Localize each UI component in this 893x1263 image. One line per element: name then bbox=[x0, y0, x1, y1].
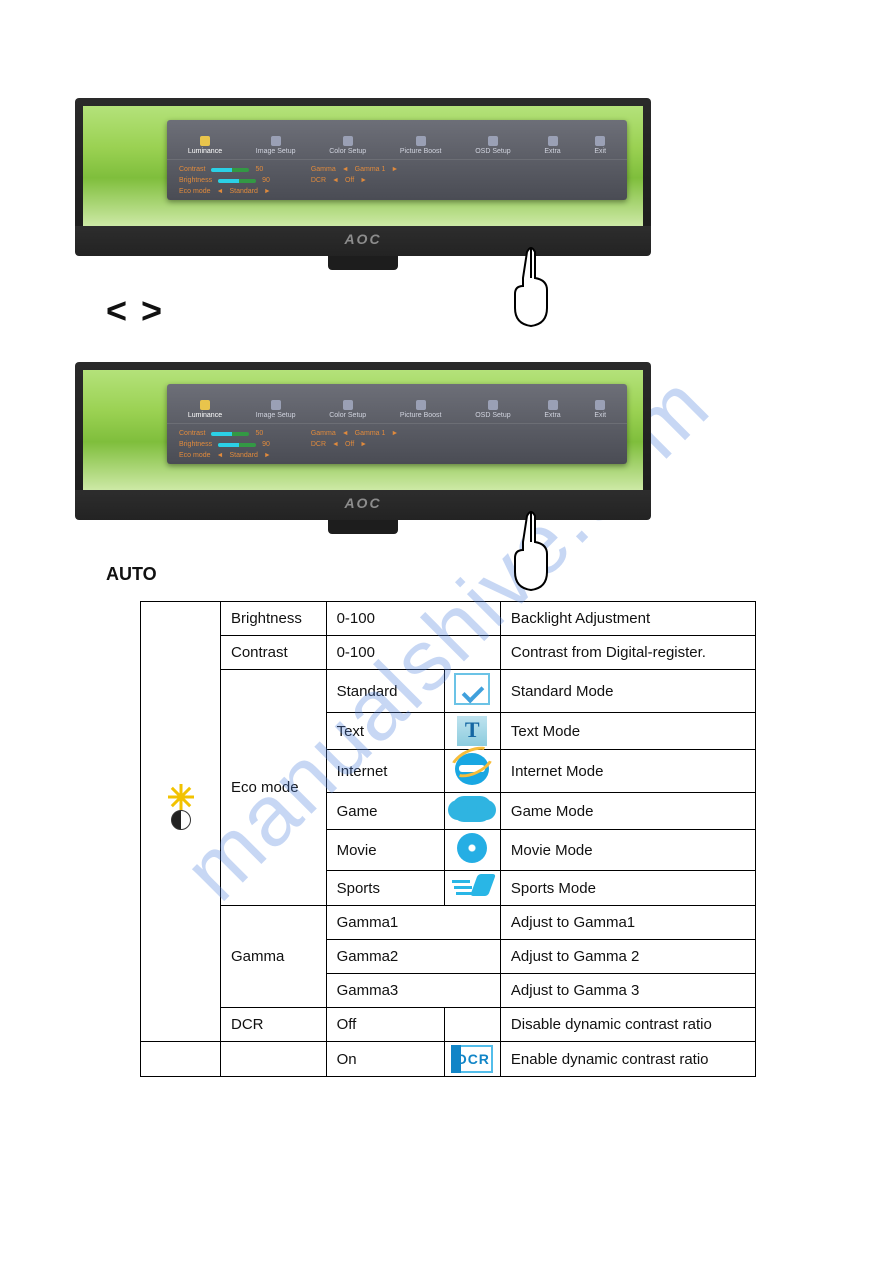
table-row: Contrast 0-100 Contrast from Digital-reg… bbox=[141, 636, 756, 670]
osd-tab-exit: Exit bbox=[594, 136, 606, 155]
disc-icon bbox=[457, 833, 487, 863]
auto-heading: AUTO bbox=[106, 564, 893, 585]
monitor-figure-1: Luminance Image Setup Color Setup Pictur… bbox=[75, 98, 651, 270]
next-arrow-icon[interactable]: > bbox=[141, 290, 176, 331]
luminance-icon-cell bbox=[141, 602, 221, 1042]
internet-icon bbox=[455, 753, 489, 785]
table-row: Brightness 0-100 Backlight Adjustment bbox=[141, 602, 756, 636]
eco-mode-label: Eco mode bbox=[221, 670, 327, 906]
value-cell: 0-100 bbox=[326, 602, 500, 636]
gamma-label: Gamma bbox=[221, 906, 327, 1008]
prev-next-arrows: <> bbox=[106, 290, 893, 332]
text-icon: T bbox=[457, 716, 487, 746]
hand-pointing-icon bbox=[501, 508, 561, 602]
table-row: On DCR Enable dynamic contrast ratio bbox=[141, 1042, 756, 1077]
desc-cell: Backlight Adjustment bbox=[500, 602, 755, 636]
table-row: Eco mode Standard Standard Mode bbox=[141, 670, 756, 713]
osd-tab-extra: Extra bbox=[544, 136, 560, 155]
table-row: Gamma Gamma1 Adjust to Gamma1 bbox=[141, 906, 756, 940]
osd-menu: Luminance Image Setup Color Setup Pictur… bbox=[167, 120, 627, 200]
param-cell: Brightness bbox=[221, 602, 327, 636]
luminance-settings-table: Brightness 0-100 Backlight Adjustment Co… bbox=[140, 601, 756, 1077]
osd-tab-luminance: Luminance bbox=[188, 136, 222, 155]
osd-tab-picture-boost: Picture Boost bbox=[400, 136, 442, 155]
monitor-figure-2: Luminance Image Setup Color Setup Pictur… bbox=[75, 362, 651, 534]
table-row: DCR Off Disable dynamic contrast ratio bbox=[141, 1008, 756, 1042]
runner-icon bbox=[452, 874, 492, 898]
dcr-icon: DCR bbox=[451, 1045, 493, 1073]
gamepad-icon bbox=[452, 796, 492, 822]
osd-tab-image-setup: Image Setup bbox=[256, 136, 296, 155]
osd-menu-2: Luminance Image Setup Color Setup Pictur… bbox=[167, 384, 627, 464]
monitor-brand: AOC bbox=[75, 226, 651, 256]
check-icon bbox=[454, 673, 490, 705]
prev-arrow-icon[interactable]: < bbox=[106, 290, 141, 331]
osd-tab-color-setup: Color Setup bbox=[329, 136, 366, 155]
luminance-icon bbox=[158, 797, 204, 843]
osd-tab-osd-setup: OSD Setup bbox=[475, 136, 510, 155]
hand-pointing-icon bbox=[501, 244, 561, 338]
dcr-label: DCR bbox=[221, 1008, 327, 1042]
